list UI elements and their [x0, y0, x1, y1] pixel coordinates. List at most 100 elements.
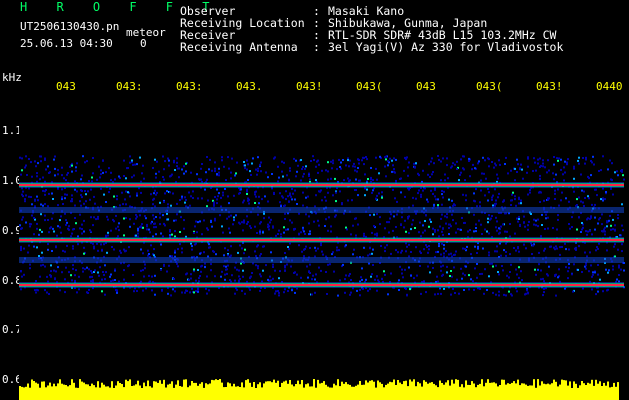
noise-pixel [67, 172, 69, 174]
noise-pixel [96, 242, 98, 245]
noise-pixel [547, 216, 549, 219]
noise-pixel [258, 195, 260, 198]
noise-pixel [57, 225, 59, 228]
noise-pixel [503, 293, 505, 296]
noise-pixel [315, 165, 317, 168]
power-bar [611, 386, 613, 400]
noise-pixel [201, 264, 203, 267]
power-bar [449, 385, 451, 400]
noise-pixel [610, 178, 612, 181]
noise-pixel [495, 226, 497, 229]
power-bar [137, 380, 139, 400]
noise-pixel [145, 217, 147, 220]
noise-pixel [246, 188, 248, 191]
noise-pixel [354, 165, 356, 168]
noise-pixel [476, 205, 478, 208]
noise-pixel [600, 198, 602, 201]
noise-pixel [226, 217, 228, 220]
noise-pixel [353, 162, 355, 165]
noise-pixel [272, 225, 274, 228]
noise-pixel [428, 245, 430, 247]
noise-pixel [261, 198, 263, 201]
noise-pixel [289, 167, 291, 170]
noise-pixel [486, 230, 488, 233]
noise-pixel [594, 216, 596, 219]
noise-pixel [576, 228, 578, 231]
power-bar [553, 379, 555, 400]
noise-pixel [523, 215, 525, 218]
noise-pixel [384, 246, 386, 249]
power-bar [69, 385, 71, 400]
noise-pixel [257, 170, 259, 172]
noise-pixel [247, 197, 249, 200]
noise-pixel [151, 275, 153, 278]
power-bar [531, 385, 533, 400]
noise-pixel [97, 249, 99, 252]
noise-pixel [454, 163, 456, 166]
noise-pixel [602, 155, 604, 158]
noise-pixel [335, 191, 337, 194]
noise-pixel [263, 212, 265, 215]
noise-pixel [518, 198, 520, 201]
power-bar [359, 381, 361, 400]
noise-pixel [430, 160, 432, 163]
noise-pixel [473, 213, 475, 216]
noise-pixel [308, 215, 310, 218]
noise-pixel [596, 246, 598, 249]
noise-pixel [28, 195, 30, 198]
power-bar [517, 379, 519, 400]
power-bar [29, 387, 31, 400]
noise-pixel [297, 164, 299, 167]
noise-pixel [495, 164, 497, 167]
noise-pixel [213, 201, 215, 204]
noise-pixel [51, 217, 53, 220]
power-bar [221, 382, 223, 400]
noise-pixel [515, 249, 517, 252]
noise-pixel [350, 233, 352, 236]
noise-pixel [224, 273, 226, 276]
noise-pixel [65, 266, 67, 269]
noise-pixel [518, 215, 520, 218]
noise-pixel [172, 192, 174, 195]
noise-pixel [541, 213, 543, 216]
noise-pixel [584, 197, 586, 199]
noise-pixel [203, 219, 205, 222]
power-bar [575, 383, 577, 400]
noise-pixel [465, 199, 467, 202]
noise-pixel [523, 221, 525, 224]
power-bar [71, 379, 73, 400]
noise-pixel [236, 161, 238, 164]
noise-pixel [482, 156, 484, 159]
noise-pixel [206, 275, 208, 278]
y-axis-unit: kHz [2, 71, 22, 84]
noise-pixel [71, 232, 73, 235]
noise-pixel [591, 161, 593, 164]
power-bar [67, 386, 69, 400]
noise-pixel [348, 180, 350, 183]
noise-pixel [402, 276, 404, 279]
noise-pixel [557, 214, 559, 217]
noise-pixel [99, 266, 101, 269]
noise-pixel [64, 250, 66, 253]
noise-pixel [208, 243, 210, 246]
noise-pixel [225, 179, 227, 181]
noise-pixel [159, 201, 161, 204]
noise-pixel [488, 275, 490, 278]
power-bar [161, 383, 163, 400]
noise-pixel [20, 270, 22, 273]
power-bar [389, 381, 391, 400]
noise-pixel [390, 272, 392, 275]
noise-pixel [480, 189, 482, 192]
noise-pixel [197, 288, 199, 291]
noise-pixel [418, 189, 420, 192]
noise-pixel [244, 164, 246, 167]
power-bar [423, 380, 425, 400]
noise-pixel [136, 163, 138, 166]
noise-pixel [450, 293, 452, 296]
noise-pixel [599, 217, 601, 220]
noise-pixel [510, 169, 512, 172]
noise-pixel [482, 247, 484, 250]
noise-pixel [419, 265, 421, 267]
noise-pixel [103, 243, 105, 246]
noise-pixel [30, 196, 32, 198]
